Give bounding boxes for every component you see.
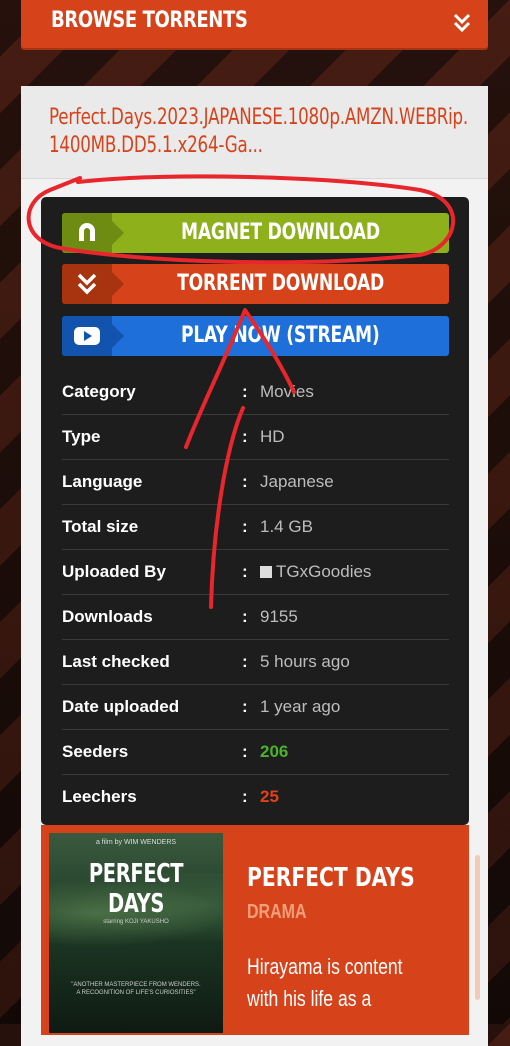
info-row-language: Language : Japanese — [62, 460, 449, 505]
uploader-name[interactable]: TGxGoodies — [276, 562, 371, 581]
info-row-type: Type : HD — [62, 415, 449, 460]
browse-torrents-bar[interactable]: BROWSE TORRENTS — [21, 0, 488, 48]
movie-poster[interactable]: a film by WIM WENDERS PERFECT DAYS starr… — [49, 833, 223, 1033]
info-separator: : — [242, 787, 248, 806]
info-separator: : — [242, 697, 248, 716]
info-key: Uploaded By — [62, 562, 166, 581]
poster-starring: starring KOJI YAKUSHO — [103, 919, 169, 925]
torrent-download-button[interactable]: TORRENT DOWNLOAD — [62, 264, 449, 304]
movie-title: PERFECT DAYS — [247, 863, 415, 893]
info-row-seeders: Seeders : 206 — [62, 730, 449, 775]
double-chevron-down-icon[interactable] — [452, 12, 472, 34]
info-key: Category — [62, 382, 136, 401]
info-key: Language — [62, 472, 143, 491]
torrent-icon-box — [62, 264, 124, 304]
info-value: HD — [260, 427, 285, 446]
description-scrollbar[interactable] — [475, 855, 480, 1000]
movie-genre: DRAMA — [247, 901, 307, 923]
magnet-download-button[interactable]: MAGNET DOWNLOAD — [62, 213, 449, 253]
poster-title: PERFECT DAYS — [88, 859, 184, 919]
info-separator: : — [242, 562, 248, 581]
info-row-date-uploaded: Date uploaded : 1 year ago — [62, 685, 449, 730]
info-value[interactable]: Movies — [260, 370, 314, 414]
info-row-downloads: Downloads : 9155 — [62, 595, 449, 640]
info-key: Date uploaded — [62, 697, 180, 716]
info-separator: : — [242, 427, 248, 446]
torrent-details-panel: MAGNET DOWNLOAD TORRENT DOWNLOAD PLAY NO… — [41, 197, 469, 825]
info-key: Seeders — [62, 742, 129, 761]
info-separator: : — [242, 607, 248, 626]
info-row-uploaded-by: Uploaded By : TGxGoodies — [62, 550, 449, 595]
info-value: Japanese — [260, 472, 334, 491]
torrent-name[interactable]: Perfect.Days.2023.JAPANESE.1080p.AMZN.WE… — [49, 104, 475, 160]
info-separator: : — [242, 382, 248, 401]
double-chevron-down-icon — [77, 273, 97, 295]
seeders-count: 206 — [260, 742, 289, 761]
stream-icon-box — [62, 316, 124, 356]
info-key: Type — [62, 427, 101, 446]
info-value: 9155 — [260, 607, 298, 626]
leechers-count: 25 — [260, 787, 279, 806]
info-key: Downloads — [62, 607, 153, 626]
info-key: Leechers — [62, 787, 137, 806]
info-key: Total size — [62, 517, 139, 536]
info-value: 1.4 GB — [260, 517, 313, 536]
magnet-download-label: MAGNET DOWNLOAD — [181, 220, 380, 245]
torrent-download-label: TORRENT DOWNLOAD — [177, 271, 384, 296]
info-key: Last checked — [62, 652, 170, 671]
magnet-icon — [79, 223, 95, 241]
movie-description: Hirayama is content with his life as a — [247, 954, 403, 1011]
info-row-category: Category : Movies — [62, 370, 449, 415]
poster-quote: "ANOTHER MASTERPIECE FROM WENDERS. A REC… — [71, 982, 201, 996]
movie-summary: PERFECT DAYS DRAMA Hirayama is content w… — [229, 825, 480, 1035]
info-separator: : — [242, 517, 248, 536]
info-value: 1 year ago — [260, 697, 341, 716]
poster-credit: a film by WIM WENDERS — [95, 839, 177, 846]
uploader-link[interactable]: TGxGoodies — [260, 550, 371, 594]
info-row-last-checked: Last checked : 5 hours ago — [62, 640, 449, 685]
info-value: 5 hours ago — [260, 652, 350, 671]
info-separator: : — [242, 742, 248, 761]
info-separator: : — [242, 652, 248, 671]
play-icon — [74, 327, 100, 345]
user-rank-icon — [260, 566, 272, 578]
info-row-total-size: Total size : 1.4 GB — [62, 505, 449, 550]
info-row-leechers: Leechers : 25 — [62, 775, 449, 819]
magnet-icon-box — [62, 213, 124, 253]
play-stream-label: PLAY NOW (STREAM) — [181, 323, 380, 348]
movie-info-section: a film by WIM WENDERS PERFECT DAYS starr… — [41, 825, 480, 1035]
play-stream-button[interactable]: PLAY NOW (STREAM) — [62, 316, 449, 356]
torrent-title-area: Perfect.Days.2023.JAPANESE.1080p.AMZN.WE… — [21, 86, 488, 179]
info-separator: : — [242, 472, 248, 491]
browse-torrents-title: BROWSE TORRENTS — [51, 8, 248, 33]
